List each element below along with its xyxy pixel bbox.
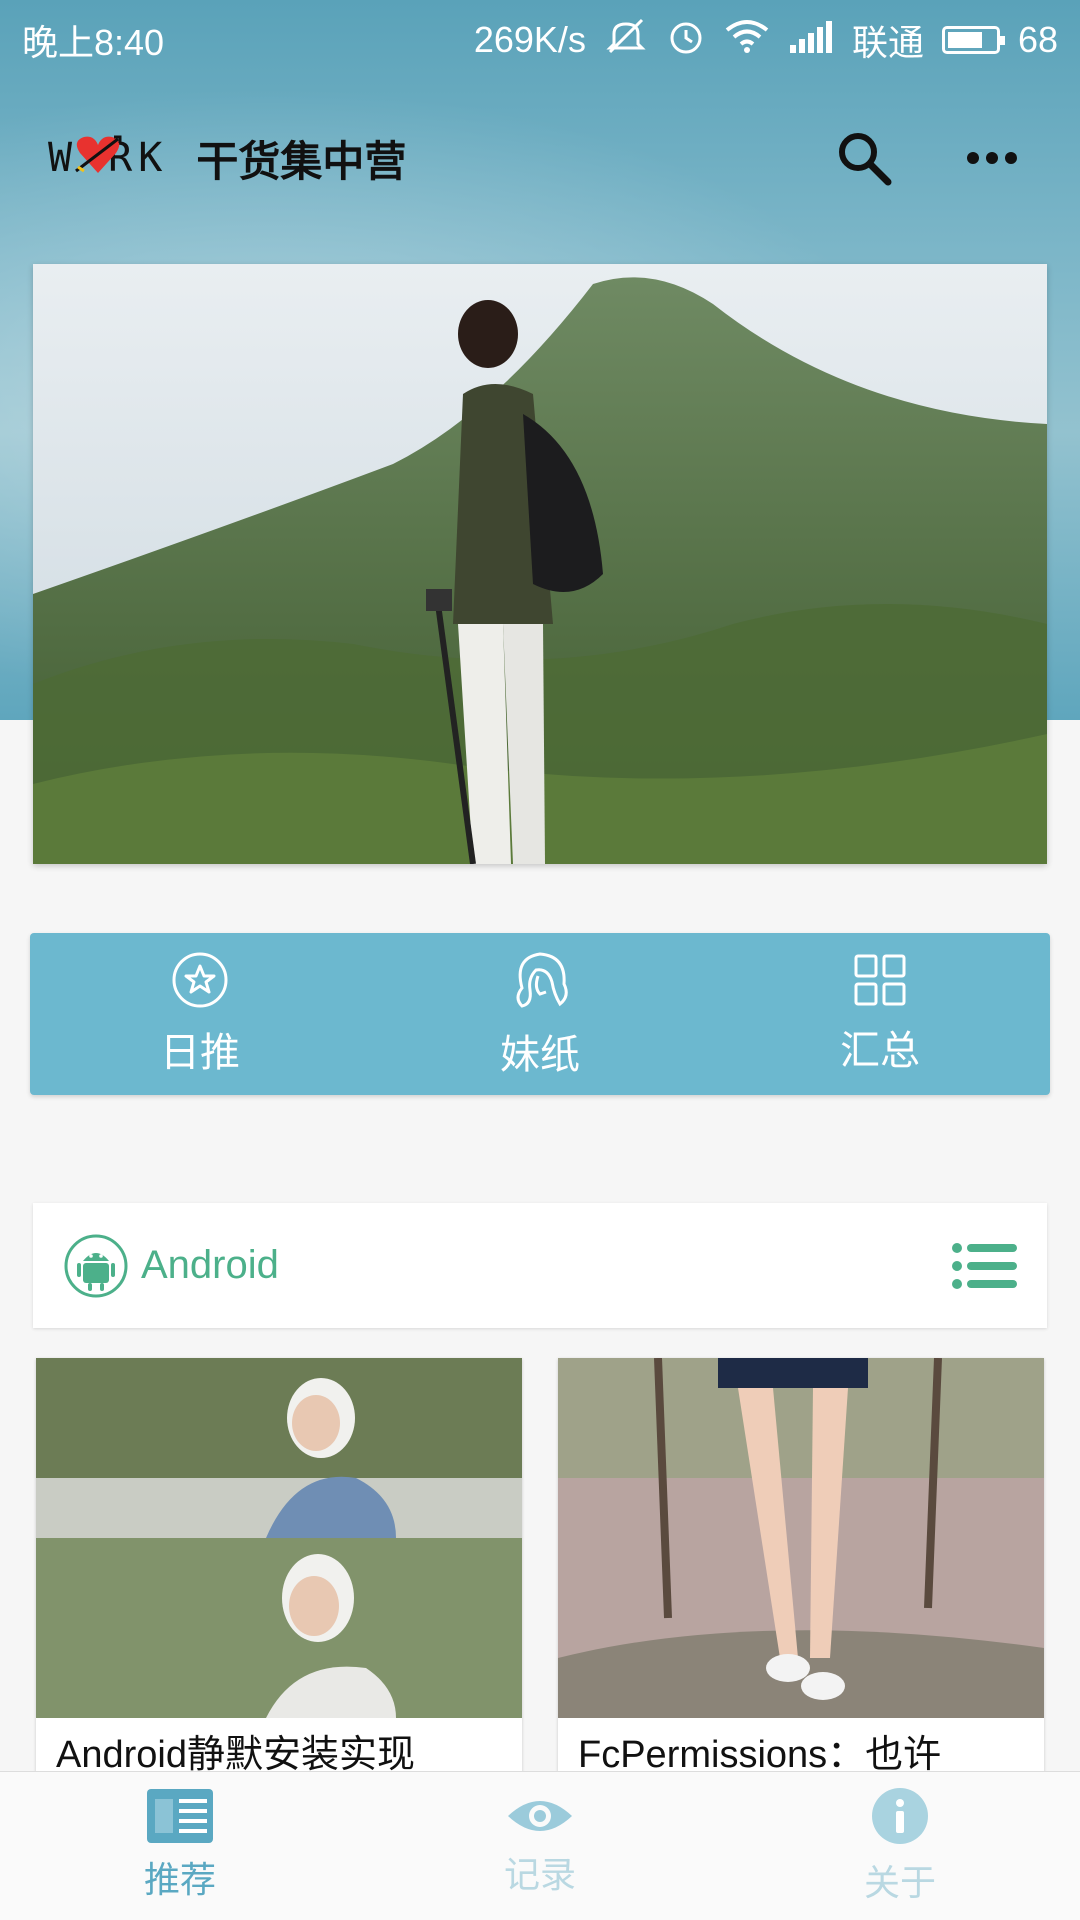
tab-label: 日推 bbox=[160, 1031, 240, 1075]
nav-label: 记录 bbox=[503, 1854, 576, 1895]
nav-label: 关于 bbox=[863, 1862, 936, 1903]
list-icon[interactable] bbox=[951, 1240, 1017, 1292]
hero-banner-image[interactable] bbox=[33, 264, 1047, 864]
status-time: 晚上8:40 bbox=[22, 22, 165, 63]
card-image bbox=[558, 1358, 1044, 1718]
card-title: Android静默安装实现 bbox=[56, 1734, 415, 1776]
card-image bbox=[36, 1358, 522, 1718]
nav-about[interactable]: 关于 bbox=[720, 1772, 1080, 1920]
tab-summary[interactable]: 汇总 bbox=[710, 933, 1050, 1095]
star-icon bbox=[172, 952, 228, 1008]
category-tab-bar: 日推 妹纸 汇总 bbox=[30, 933, 1050, 1095]
android-icon bbox=[64, 1234, 128, 1297]
search-icon bbox=[839, 133, 892, 186]
search-button[interactable] bbox=[824, 118, 904, 198]
tab-label: 汇总 bbox=[840, 1029, 920, 1073]
nav-records[interactable]: 记录 bbox=[360, 1772, 720, 1920]
battery-icon bbox=[941, 26, 1005, 54]
more-icon bbox=[967, 152, 1017, 164]
section-header-android: Android bbox=[33, 1203, 1047, 1328]
carrier-name: 联通 bbox=[851, 22, 924, 63]
alarm-icon bbox=[666, 16, 706, 65]
article-icon bbox=[147, 1789, 213, 1843]
battery-level: 68 bbox=[1017, 19, 1058, 60]
network-speed: 269K/s bbox=[473, 19, 586, 60]
nav-recommend[interactable]: 推荐 bbox=[0, 1772, 360, 1920]
mute-icon bbox=[604, 16, 648, 65]
nav-label: 推荐 bbox=[143, 1859, 216, 1900]
app-bar: W RK 干货集中营 bbox=[0, 95, 1080, 221]
tab-label: 妹纸 bbox=[500, 1033, 580, 1077]
tab-daily[interactable]: 日推 bbox=[30, 933, 370, 1095]
more-button[interactable] bbox=[952, 118, 1032, 198]
status-bar: 晚上8:40 269K/s 联通 68 bbox=[0, 0, 1080, 80]
article-card[interactable]: FcPermissions：也许 bbox=[558, 1358, 1044, 1778]
signal-icon bbox=[788, 19, 834, 62]
info-icon bbox=[872, 1788, 928, 1844]
card-title: FcPermissions：也许 bbox=[578, 1734, 942, 1776]
app-logo: W RK bbox=[48, 135, 168, 181]
girl-icon bbox=[516, 952, 568, 1008]
wifi-icon bbox=[724, 18, 770, 63]
section-title: Android bbox=[141, 1243, 279, 1287]
app-title: 干货集中营 bbox=[196, 137, 407, 185]
grid-icon bbox=[854, 954, 906, 1006]
bottom-navigation: 推荐 记录 关于 bbox=[0, 1771, 1080, 1920]
article-card[interactable]: Android静默安装实现 bbox=[36, 1358, 522, 1778]
heart-icon bbox=[75, 135, 122, 173]
tab-girls[interactable]: 妹纸 bbox=[370, 933, 710, 1095]
eye-icon bbox=[508, 1801, 572, 1831]
